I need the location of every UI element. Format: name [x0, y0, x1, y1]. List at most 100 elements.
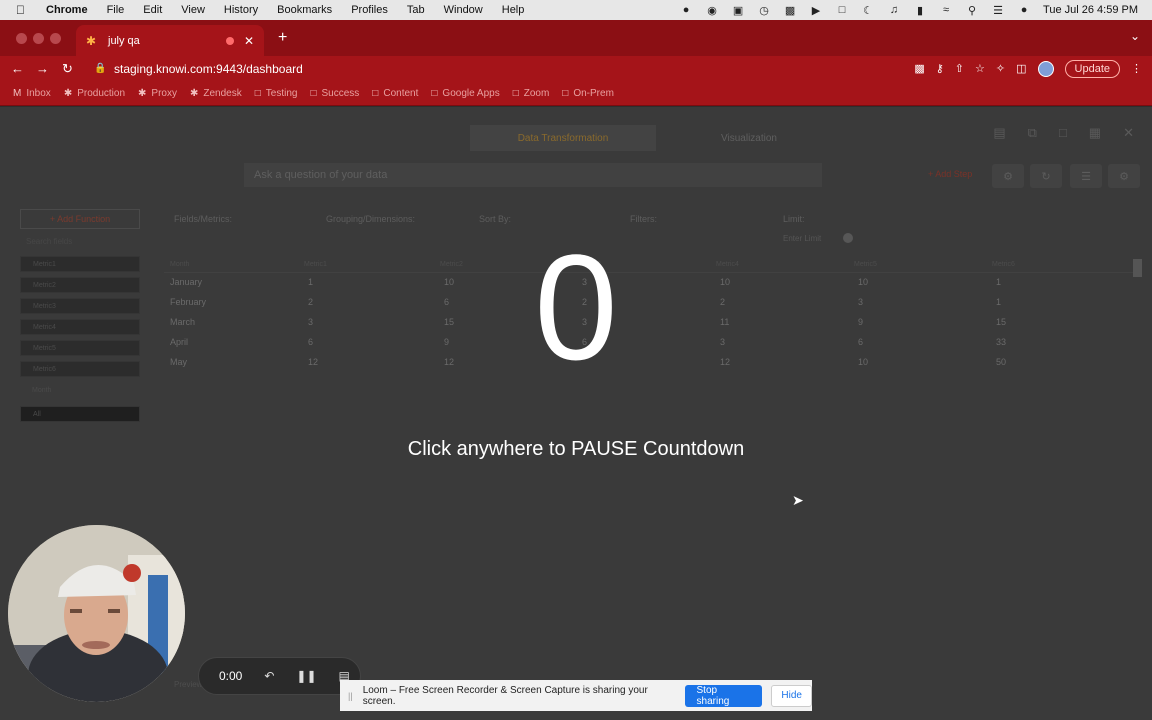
zoom-window-button[interactable] [50, 33, 61, 44]
menu-file[interactable]: File [107, 4, 125, 16]
bookmark-on-prem[interactable]: □ On-Prem [562, 88, 614, 99]
field-item-all[interactable]: All [20, 406, 140, 422]
extension-puzzle-icon[interactable]: ✧ [996, 62, 1005, 75]
more-menu-icon[interactable]: ⋮ [1131, 62, 1142, 75]
bookmark-testing[interactable]: □ Testing [255, 88, 298, 99]
reload-icon[interactable]: ↻ [55, 61, 80, 77]
menu-help[interactable]: Help [502, 4, 525, 16]
webcam-bubble[interactable] [8, 525, 185, 702]
menu-profiles[interactable]: Profiles [351, 4, 388, 16]
pause-countdown-hint[interactable]: Click anywhere to PAUSE Countdown [0, 438, 1152, 461]
menu-app-chrome[interactable]: Chrome [46, 4, 88, 16]
bookmark-success[interactable]: □ Success [310, 88, 359, 99]
add-function-button[interactable]: + Add Function [20, 209, 140, 229]
bookmark-proxy[interactable]: ✱ Proxy [138, 88, 177, 99]
bookmark-label: Testing [265, 87, 298, 99]
bookmark-inbox[interactable]: M Inbox [13, 88, 51, 99]
bookmark-content[interactable]: □ Content [372, 88, 418, 99]
close-window-button[interactable] [16, 33, 27, 44]
save-icon[interactable]: ▤ [993, 125, 1005, 141]
moon-icon[interactable]: ☾ [861, 4, 875, 17]
macos-menu-bar:  Chrome File Edit View History Bookmark… [0, 0, 1152, 20]
menubar-datetime[interactable]: Tue Jul 26 4:59 PM [1043, 4, 1138, 16]
menu-history[interactable]: History [224, 4, 258, 16]
ask-data-input[interactable]: Ask a question of your data [244, 163, 822, 187]
bookmark-google-apps[interactable]: □ Google Apps [431, 88, 499, 99]
volume-icon[interactable]: ♫ [887, 4, 901, 16]
forward-icon[interactable]: → [30, 61, 55, 76]
menu-tab[interactable]: Tab [407, 4, 425, 16]
limit-header: Limit: [783, 214, 805, 224]
microphone-icon[interactable]: ● [679, 4, 693, 16]
delete-icon[interactable]: □ [1059, 125, 1067, 141]
tab-data-transformation[interactable]: Data Transformation [470, 125, 656, 151]
recorder-controls: 0:00 ↶ ❚❚ ▤ [198, 657, 361, 695]
tab-search-chevron-icon[interactable]: ⌄ [1130, 29, 1140, 43]
menu-window[interactable]: Window [444, 4, 483, 16]
bookmarks-bar: M Inbox ✱ Production ✱ Proxy ✱ Zendesk □ Test… [0, 81, 1152, 106]
knowi-icon: ✱ [138, 87, 147, 99]
siri-icon[interactable]: ● [1017, 4, 1031, 16]
stop-sharing-button[interactable]: Stop sharing [684, 684, 763, 707]
lock-icon[interactable]: 🔒 [94, 63, 108, 74]
close-tab-icon[interactable]: ✕ [244, 34, 254, 48]
filter-icon[interactable]: ☰ [1070, 164, 1102, 188]
key-icon[interactable]: ⚷ [936, 62, 944, 75]
fields-metrics-header: Fields/Metrics: [174, 214, 233, 224]
url-text[interactable]: staging.knowi.com:9443/dashboard [114, 62, 303, 76]
sort-by-header: Sort By: [479, 214, 512, 224]
menu-edit[interactable]: Edit [143, 4, 162, 16]
recording-timer: 0:00 [219, 669, 243, 683]
export-icon[interactable]: ▦ [1089, 125, 1101, 141]
tab-visualization[interactable]: Visualization [656, 125, 842, 151]
bookmark-production[interactable]: ✱ Production [64, 88, 125, 99]
bookmark-label: Proxy [151, 87, 177, 99]
apple-icon[interactable]:  [16, 3, 36, 17]
screen-record-icon[interactable]: ▣ [731, 4, 745, 17]
control-center-icon[interactable]: ☰ [991, 4, 1005, 17]
add-step-button[interactable]: + Add Step [928, 169, 972, 179]
minimize-window-button[interactable] [33, 33, 44, 44]
pause-icon[interactable]: ❚❚ [296, 669, 316, 683]
wifi-icon[interactable]: ≈ [939, 4, 953, 16]
folder-icon: □ [562, 87, 569, 99]
clock-icon[interactable]: ◷ [757, 4, 771, 17]
copy-icon[interactable]: ⧉ [1028, 125, 1037, 141]
status-icons: ● ◉ ▣ ◷ ▩ ▶ □ ☾ ♫ ▮ ≈ ⚲ ☰ ● Tue Jul 26 4… [679, 0, 1138, 20]
update-button[interactable]: Update [1064, 59, 1120, 78]
share-icon[interactable]: ⇧ [955, 62, 964, 75]
menu-view[interactable]: View [181, 4, 205, 16]
new-tab-button[interactable]: + [278, 29, 287, 47]
undo-icon[interactable]: ↶ [264, 669, 274, 683]
drag-handle-icon[interactable]: || [348, 691, 353, 701]
search-icon[interactable]: ⚲ [965, 4, 979, 17]
window-icon[interactable]: □ [835, 4, 849, 16]
battery-icon[interactable]: ▮ [913, 4, 927, 17]
play-icon[interactable]: ▶ [809, 4, 823, 17]
options-icon[interactable]: ⚙ [1108, 164, 1140, 188]
bookmark-label: Zoom [523, 87, 550, 99]
close-icon[interactable]: ✕ [1123, 125, 1134, 141]
bookmark-zoom[interactable]: □ Zoom [513, 88, 550, 99]
camera-icon[interactable]: ▩ [783, 4, 797, 17]
mode-tabs: Data Transformation Visualization [470, 125, 842, 151]
tab-july-qa[interactable]: ✱ july qa ✕ [76, 25, 264, 56]
side-panel-icon[interactable]: ◫ [1016, 62, 1026, 75]
browser-toolbar: ← → ↻ 🔒 staging.knowi.com:9443/dashboard… [0, 56, 1152, 81]
profile-avatar[interactable] [1037, 60, 1054, 77]
mouse-cursor-icon: ➤ [792, 492, 804, 508]
field-item[interactable]: Month [20, 382, 140, 398]
widget-actions: ▤ ⧉ □ ▦ ✕ [993, 125, 1134, 141]
bookmark-star-icon[interactable]: ☆ [975, 62, 985, 75]
countdown-number[interactable]: 0 [0, 232, 1152, 382]
loom-record-icon[interactable]: ◉ [705, 4, 719, 17]
hide-button[interactable]: Hide [771, 684, 812, 707]
bookmark-zendesk[interactable]: ✱ Zendesk [190, 88, 242, 99]
screen-sharing-bar: || Loom – Free Screen Recorder & Screen … [340, 680, 812, 711]
settings-icon[interactable]: ⚙ [992, 164, 1024, 188]
camera-blocked-icon[interactable]: ▩ [914, 62, 924, 75]
address-bar[interactable]: 🔒 staging.knowi.com:9443/dashboard [88, 59, 888, 79]
menu-bookmarks[interactable]: Bookmarks [277, 4, 332, 16]
back-icon[interactable]: ← [5, 61, 30, 76]
refresh-icon[interactable]: ↻ [1030, 164, 1062, 188]
